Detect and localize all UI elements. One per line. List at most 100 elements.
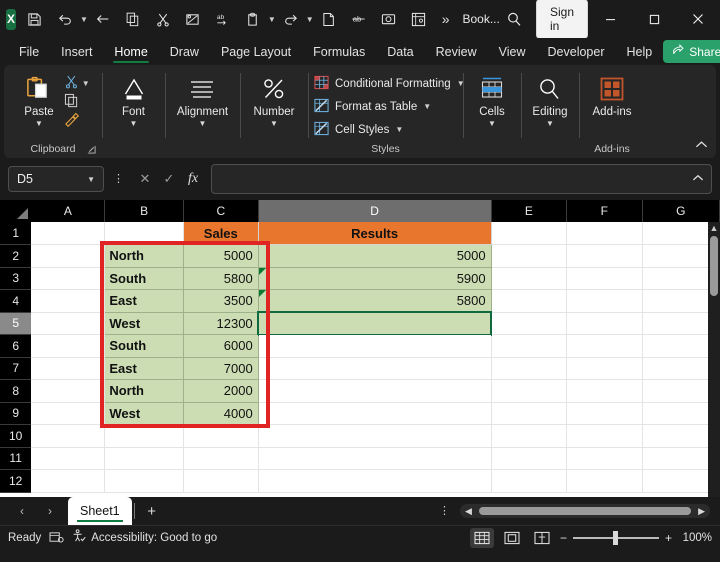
- cell-D4[interactable]: 5800: [258, 290, 491, 313]
- cell-E9[interactable]: [491, 402, 566, 425]
- cell-C9[interactable]: 4000: [183, 402, 258, 425]
- row-header-3[interactable]: 3: [0, 267, 31, 290]
- cell-C4[interactable]: 3500: [183, 290, 258, 313]
- cell-B1[interactable]: [105, 222, 184, 245]
- insert-function-icon[interactable]: fx: [181, 166, 205, 192]
- cell-F11[interactable]: [567, 447, 642, 470]
- cell-C5[interactable]: 12300: [183, 312, 258, 335]
- back-arrow-icon[interactable]: [88, 4, 118, 34]
- select-all-corner[interactable]: [0, 200, 31, 222]
- row-header-1[interactable]: 1: [0, 222, 31, 245]
- row-header-10[interactable]: 10: [0, 425, 31, 448]
- cell-A12[interactable]: [31, 470, 105, 493]
- conditional-formatting-button[interactable]: Conditional Formatting ▼: [308, 72, 471, 95]
- cell-C10[interactable]: [183, 425, 258, 448]
- tab-formulas[interactable]: Formulas: [302, 42, 376, 65]
- column-header-d[interactable]: D: [258, 200, 491, 222]
- cell-D10[interactable]: [258, 425, 491, 448]
- cell-E7[interactable]: [491, 357, 566, 380]
- number-button[interactable]: Number ▼: [244, 70, 305, 129]
- cancel-formula-icon[interactable]: ✕: [133, 166, 157, 192]
- clipboard-dialog-launcher-icon[interactable]: [87, 145, 96, 156]
- camera-icon[interactable]: [374, 4, 404, 34]
- cell-B10[interactable]: [105, 425, 184, 448]
- tab-view[interactable]: View: [488, 42, 537, 65]
- cell-E10[interactable]: [491, 425, 566, 448]
- cut-scissors-icon[interactable]: [148, 4, 178, 34]
- tab-review[interactable]: Review: [425, 42, 488, 65]
- cell-B11[interactable]: [105, 447, 184, 470]
- strikethrough-icon[interactable]: ab: [344, 4, 374, 34]
- cell-B6[interactable]: South: [105, 335, 184, 358]
- undo-icon[interactable]: [50, 4, 80, 34]
- cell-D3[interactable]: 5900: [258, 267, 491, 290]
- next-sheet-icon[interactable]: ›: [36, 497, 64, 525]
- zoom-slider[interactable]: − +: [560, 531, 672, 545]
- cut-icon[interactable]: [64, 74, 80, 93]
- collapse-ribbon-icon[interactable]: [695, 136, 708, 154]
- editing-dropdown-icon[interactable]: ▼: [546, 119, 554, 129]
- horizontal-scroll-thumb[interactable]: [479, 507, 691, 515]
- cell-B2[interactable]: North: [105, 245, 184, 268]
- close-button[interactable]: [676, 0, 720, 38]
- alignment-dropdown-icon[interactable]: ▼: [199, 119, 207, 129]
- cells-button[interactable]: Cells ▼: [469, 70, 515, 129]
- cell-E5[interactable]: [491, 312, 566, 335]
- cell-D7[interactable]: [258, 357, 491, 380]
- paste-icon[interactable]: [238, 4, 268, 34]
- cell-C3[interactable]: 5800: [183, 267, 258, 290]
- scroll-up-icon[interactable]: ▲: [708, 222, 720, 234]
- cell-A6[interactable]: [31, 335, 105, 358]
- minimize-button[interactable]: [588, 0, 632, 38]
- tab-help[interactable]: Help: [616, 42, 664, 65]
- column-header-c[interactable]: C: [183, 200, 258, 222]
- cell-A8[interactable]: [31, 380, 105, 403]
- cell-F4[interactable]: [567, 290, 642, 313]
- undo-dropdown-icon[interactable]: ▼: [80, 4, 88, 34]
- cell-F6[interactable]: [567, 335, 642, 358]
- row-header-8[interactable]: 8: [0, 380, 31, 403]
- cell-E4[interactable]: [491, 290, 566, 313]
- editing-button[interactable]: Editing ▼: [522, 70, 577, 129]
- format-painter-icon[interactable]: [64, 112, 80, 131]
- quick-access-overflow-icon[interactable]: »: [434, 11, 457, 27]
- cell-A7[interactable]: [31, 357, 105, 380]
- cell-F10[interactable]: [567, 425, 642, 448]
- cell-D5[interactable]: [258, 312, 491, 335]
- cell-C11[interactable]: [183, 447, 258, 470]
- previous-sheet-icon[interactable]: ‹: [8, 497, 36, 525]
- zoom-track[interactable]: [573, 537, 659, 539]
- cell-F2[interactable]: [567, 245, 642, 268]
- cell-E12[interactable]: [491, 470, 566, 493]
- copy-icon[interactable]: [118, 4, 148, 34]
- tab-data[interactable]: Data: [376, 42, 424, 65]
- vertical-scroll-thumb[interactable]: [710, 236, 718, 296]
- cell-A2[interactable]: [31, 245, 105, 268]
- zoom-thumb[interactable]: [613, 531, 618, 545]
- cell-styles-dropdown-icon[interactable]: ▼: [395, 125, 403, 134]
- cell-F12[interactable]: [567, 470, 642, 493]
- cell-D2[interactable]: 5000: [258, 245, 491, 268]
- row-header-5[interactable]: 5: [0, 312, 31, 335]
- copy-icon[interactable]: [64, 93, 80, 112]
- font-button[interactable]: Font ▼: [111, 70, 157, 129]
- sign-in-button[interactable]: Sign in: [536, 0, 588, 39]
- cell-A9[interactable]: [31, 402, 105, 425]
- cell-F8[interactable]: [567, 380, 642, 403]
- page-layout-view-button[interactable]: [500, 528, 524, 548]
- cell-F1[interactable]: [567, 222, 642, 245]
- add-sheet-button[interactable]: +: [137, 497, 167, 525]
- cell-C12[interactable]: [183, 470, 258, 493]
- cell-C7[interactable]: 7000: [183, 357, 258, 380]
- search-icon[interactable]: [506, 11, 522, 27]
- form-icon[interactable]: [404, 4, 434, 34]
- cell-E1[interactable]: [491, 222, 566, 245]
- alignment-button[interactable]: Alignment ▼: [167, 70, 238, 129]
- cell-F9[interactable]: [567, 402, 642, 425]
- share-button[interactable]: Share ▼: [663, 40, 720, 63]
- cell-D11[interactable]: [258, 447, 491, 470]
- redo-icon[interactable]: [276, 4, 306, 34]
- cell-F7[interactable]: [567, 357, 642, 380]
- tab-developer[interactable]: Developer: [537, 42, 616, 65]
- cell-styles-button[interactable]: Cell Styles ▼: [308, 118, 409, 141]
